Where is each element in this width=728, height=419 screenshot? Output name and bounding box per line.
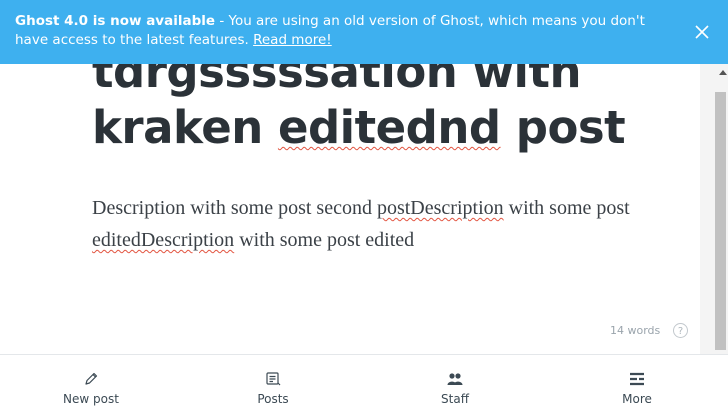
tab-label: Posts: [257, 392, 289, 406]
tab-staff[interactable]: Staff: [395, 355, 515, 419]
notice-title: Ghost 4.0 is now available: [15, 13, 216, 29]
update-notice-banner: Ghost 4.0 is now available - You are usi…: [0, 0, 728, 64]
body-text: with some post edited: [234, 229, 415, 251]
title-word: post: [515, 101, 626, 154]
body-word-misspelled: editedDescription: [92, 229, 235, 251]
post-title[interactable]: tdrgsssssation with kraken editednd post: [92, 64, 652, 156]
more-icon: [629, 370, 645, 388]
bottom-tab-bar: New post Posts Staff More: [0, 354, 728, 418]
close-icon: [695, 25, 709, 39]
scroll-up-arrow-icon[interactable]: [719, 70, 727, 75]
staff-icon: [446, 370, 464, 388]
help-button[interactable]: ?: [673, 323, 688, 338]
tab-more[interactable]: More: [577, 355, 697, 419]
body-word-misspelled: postDescription: [376, 197, 504, 219]
body-text: with some post: [503, 197, 630, 219]
word-count: 14 words: [610, 324, 661, 337]
title-word-misspelled: editednd: [277, 101, 501, 154]
tab-new-post[interactable]: New post: [31, 355, 151, 419]
read-more-link[interactable]: Read more!: [253, 32, 332, 48]
title-line-1: tdrgsssssation with: [92, 64, 582, 98]
tab-posts[interactable]: Posts: [213, 355, 333, 419]
post-editor[interactable]: tdrgsssssation with kraken editednd post…: [0, 64, 700, 354]
post-body[interactable]: Description with some post second postDe…: [92, 192, 632, 256]
pencil-icon: [83, 370, 99, 388]
title-word: kraken: [92, 101, 263, 154]
close-notice-button[interactable]: [692, 22, 712, 42]
tab-label: Staff: [441, 392, 469, 406]
posts-icon: [265, 370, 281, 388]
scrollbar-thumb[interactable]: [715, 92, 726, 350]
body-text: Description with some post second: [92, 197, 377, 219]
tab-label: New post: [63, 392, 119, 406]
tab-label: More: [622, 392, 652, 406]
